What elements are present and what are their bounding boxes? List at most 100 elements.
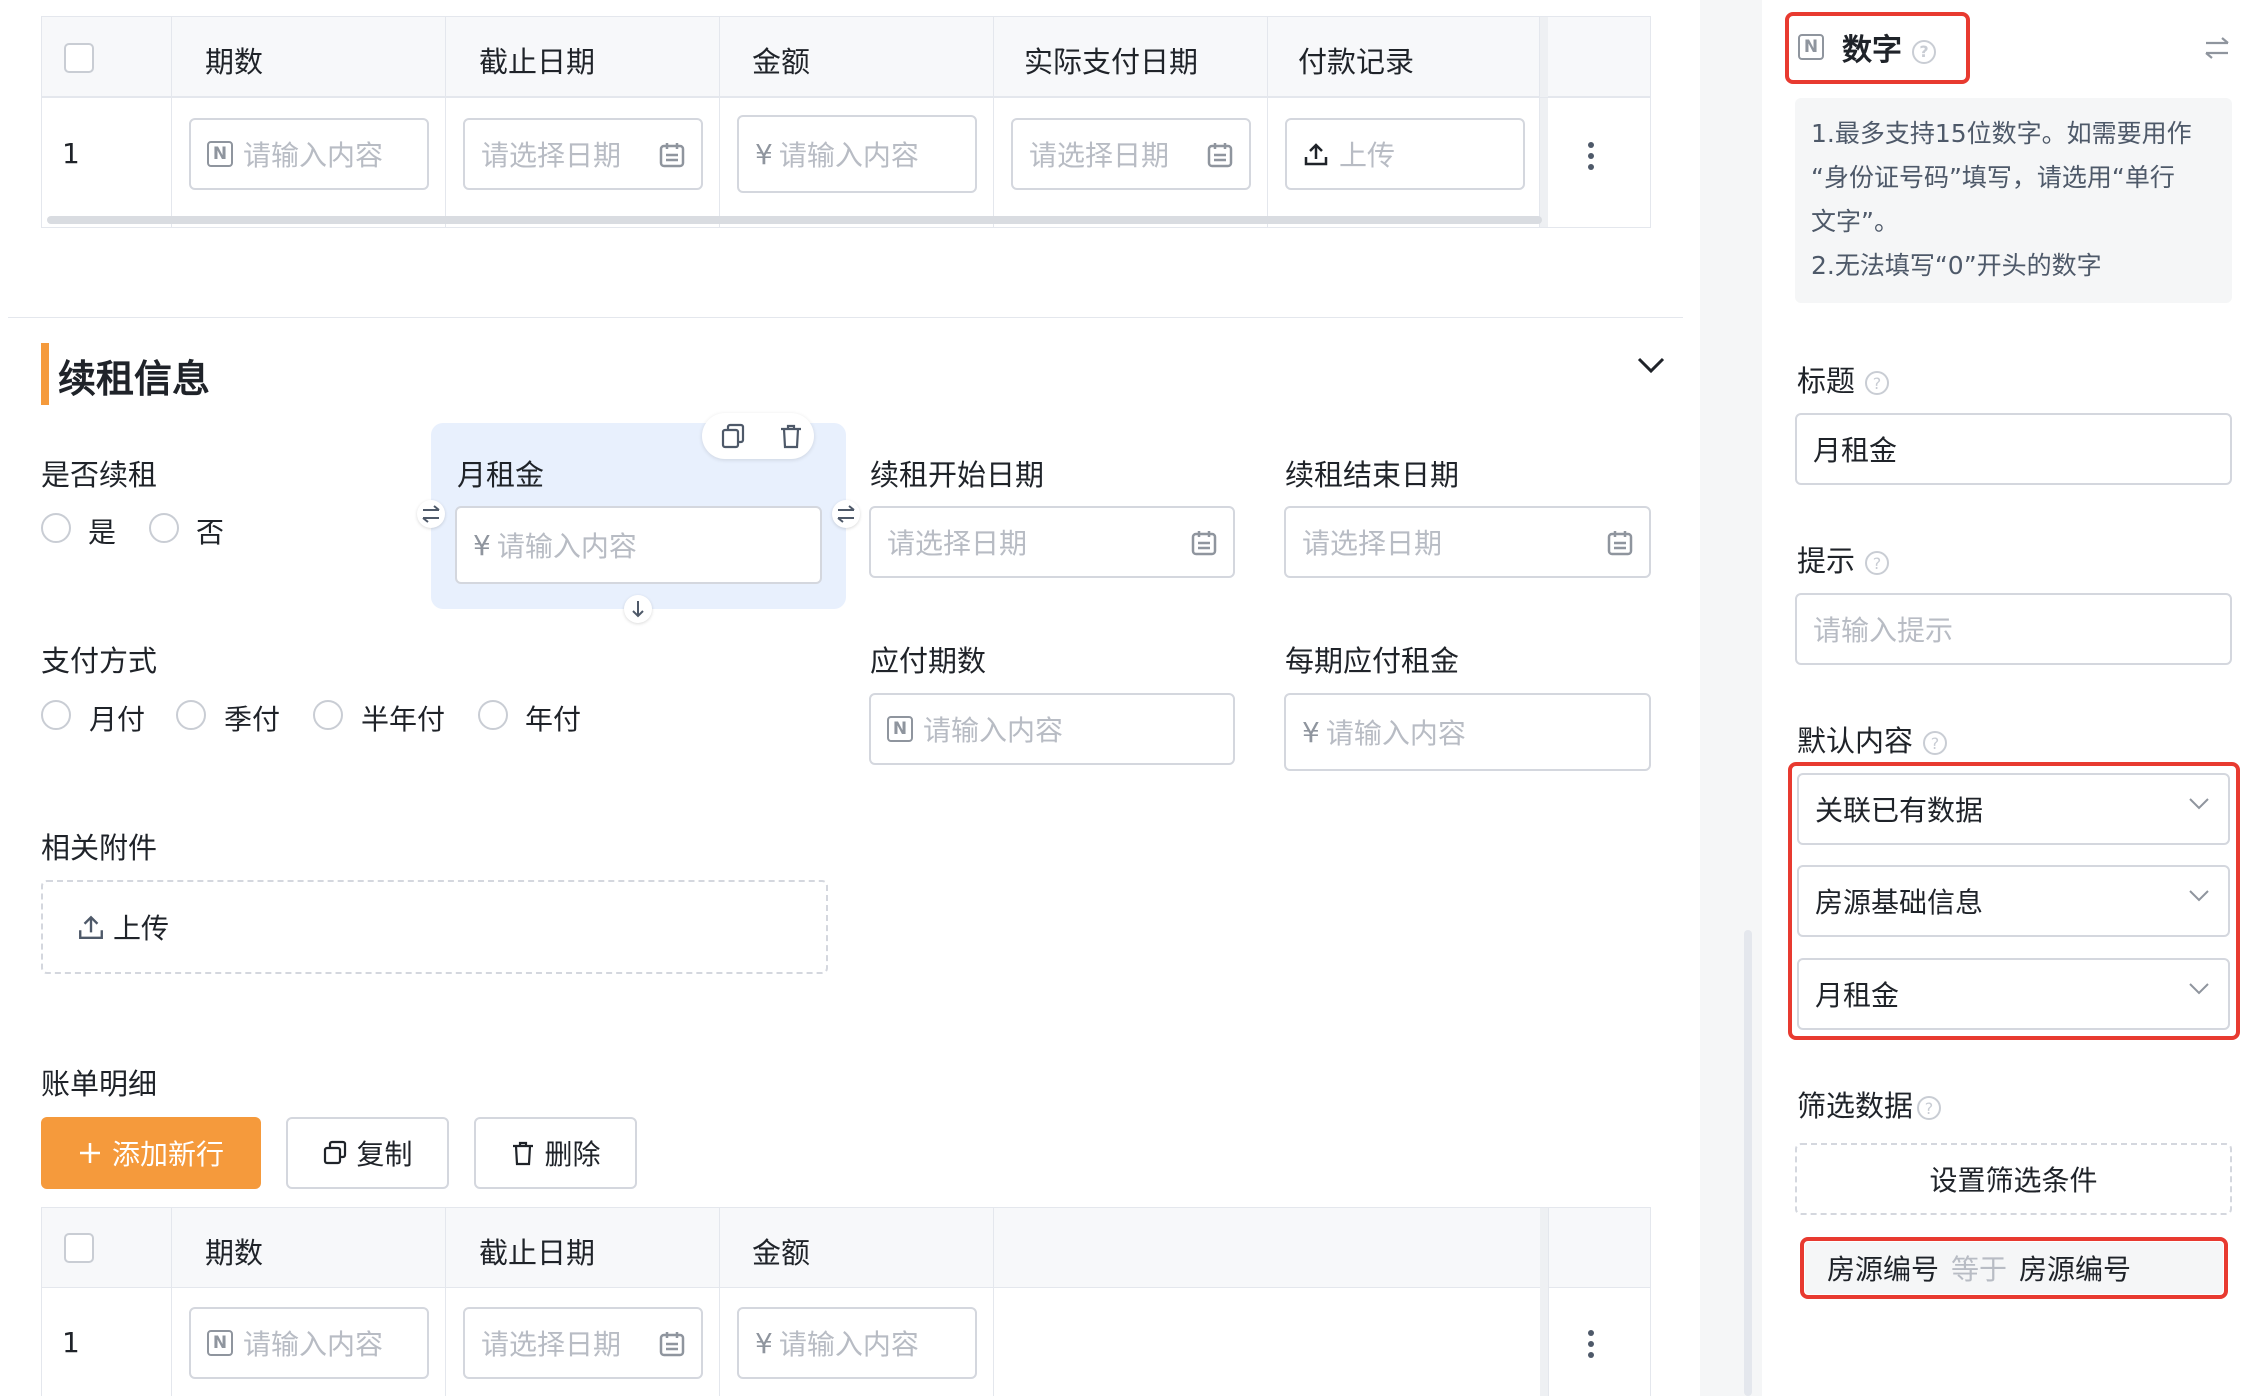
- payment-table: 期数 截止日期 金额 实际支付日期 付款记录 1 N 请输入内容 请选择日期 ¥…: [41, 16, 1651, 228]
- filter-condition[interactable]: 房源编号 等于 房源编号: [1805, 1242, 2223, 1294]
- bill-table: 期数 截止日期 金额 1 N 请输入内容 请选择日期 ¥ 请输入内容: [41, 1207, 1651, 1396]
- upload-icon: [79, 915, 103, 939]
- collapse-chevron-icon[interactable]: [1636, 356, 1666, 376]
- copy-icon: [324, 1140, 347, 1165]
- pay-method-label: 支付方式: [41, 644, 158, 678]
- periods-label: 应付期数: [870, 644, 987, 678]
- default-label: 默认内容?: [1797, 718, 1948, 760]
- set-filter-button[interactable]: 设置筛选条件: [1795, 1143, 2232, 1215]
- delete-row-button[interactable]: 删除: [474, 1117, 637, 1189]
- number-field-icon: N: [1798, 34, 1824, 60]
- bill-period-input[interactable]: N 请输入内容: [189, 1307, 429, 1379]
- swap-right-icon: [837, 505, 855, 523]
- rent-per-period-label: 每期应付租金: [1285, 644, 1460, 678]
- monthly-rent-input[interactable]: ¥ 请输入内容: [455, 506, 822, 584]
- title-label: 标题?: [1797, 358, 1890, 400]
- amount-input[interactable]: ¥ 请输入内容: [737, 115, 977, 193]
- vertical-scrollbar[interactable]: [1744, 930, 1752, 1396]
- renew-no-text: 否: [196, 516, 225, 549]
- calendar-icon: [1607, 531, 1633, 556]
- header-due-date: 截止日期: [479, 1236, 596, 1270]
- hint-input[interactable]: 请输入提示: [1795, 593, 2232, 665]
- field-type-title: 数字?: [1842, 25, 1936, 69]
- end-date-label: 续租结束日期: [1285, 458, 1460, 492]
- rent-per-period-input[interactable]: ¥ 请输入内容: [1284, 693, 1651, 771]
- attachments-label: 相关附件: [41, 831, 158, 865]
- section-divider: [8, 317, 1683, 318]
- copy-field-icon[interactable]: [720, 423, 746, 449]
- chevron-down-icon: [2189, 798, 2209, 810]
- start-date-label: 续租开始日期: [870, 458, 1045, 492]
- calendar-icon: [1207, 143, 1233, 168]
- header-period: 期数: [205, 45, 264, 79]
- header-due-date: 截止日期: [479, 45, 596, 79]
- start-date-picker[interactable]: 请选择日期: [869, 506, 1235, 578]
- header-amount: 金额: [752, 1236, 811, 1270]
- select-all-checkbox[interactable]: [64, 1233, 94, 1263]
- header-payment-record: 付款记录: [1298, 45, 1415, 79]
- renew-yes-radio[interactable]: [41, 513, 71, 543]
- arrow-down-icon: [632, 601, 644, 618]
- upload-icon: [1304, 143, 1328, 166]
- periods-input[interactable]: N 请输入内容: [869, 693, 1235, 765]
- section-accent-bar: [41, 343, 49, 405]
- swap-left-icon: [422, 505, 440, 523]
- row-more-icon[interactable]: [1588, 142, 1594, 175]
- select-all-checkbox[interactable]: [64, 43, 94, 73]
- plus-icon: [79, 1143, 100, 1163]
- pay-half-year-radio[interactable]: [313, 700, 343, 730]
- section-title: 续租信息: [58, 357, 211, 401]
- renew-label: 是否续租: [41, 458, 158, 492]
- pay-yearly-radio[interactable]: [478, 700, 508, 730]
- chevron-down-icon: [2189, 890, 2209, 902]
- calendar-icon: [1191, 531, 1217, 556]
- bill-label: 账单明细: [41, 1067, 158, 1101]
- field-tips-box: 1.最多支持15位数字。如需要用作 “身份证号码”填写，请选用“单行 文字”。 …: [1795, 98, 2232, 303]
- help-icon[interactable]: ?: [1923, 731, 1948, 755]
- pay-yearly-text: 年付: [525, 703, 582, 736]
- monthly-rent-label: 月租金: [457, 458, 545, 492]
- help-icon[interactable]: ?: [1917, 1096, 1942, 1120]
- calendar-icon: [659, 143, 685, 168]
- copy-row-button[interactable]: 复制: [286, 1117, 449, 1189]
- attachments-upload-area[interactable]: 上传: [41, 880, 828, 974]
- title-input[interactable]: 月租金: [1795, 413, 2232, 485]
- period-input[interactable]: N 请输入内容: [189, 118, 429, 190]
- filter-label: 筛选数据?: [1797, 1083, 1942, 1125]
- hint-label: 提示?: [1797, 538, 1890, 580]
- actual-pay-date-picker[interactable]: 请选择日期: [1011, 118, 1251, 190]
- bill-due-date-picker[interactable]: 请选择日期: [463, 1307, 703, 1379]
- renew-no-radio[interactable]: [149, 513, 179, 543]
- header-amount: 金额: [752, 45, 811, 79]
- help-icon[interactable]: ?: [1912, 39, 1936, 64]
- pay-monthly-text: 月付: [89, 703, 146, 736]
- default-source-select[interactable]: 关联已有数据: [1797, 773, 2230, 845]
- help-icon[interactable]: ?: [1865, 551, 1890, 575]
- due-date-picker[interactable]: 请选择日期: [463, 118, 703, 190]
- chevron-down-icon: [2189, 983, 2209, 995]
- delete-field-icon[interactable]: [778, 423, 804, 449]
- calendar-icon: [659, 1332, 685, 1357]
- row-index: 1: [62, 1326, 80, 1359]
- switch-type-icon[interactable]: [2204, 36, 2230, 60]
- help-icon[interactable]: ?: [1865, 371, 1890, 395]
- pay-monthly-radio[interactable]: [41, 700, 71, 730]
- horizontal-scrollbar[interactable]: [47, 216, 1542, 224]
- pay-half-year-text: 半年付: [361, 703, 446, 736]
- number-field-icon: N: [207, 141, 233, 167]
- row-more-icon[interactable]: [1588, 1330, 1594, 1363]
- pay-quarterly-text: 季付: [224, 703, 281, 736]
- pay-quarterly-radio[interactable]: [176, 700, 206, 730]
- end-date-picker[interactable]: 请选择日期: [1284, 506, 1651, 578]
- add-row-button[interactable]: 添加新行: [41, 1117, 261, 1189]
- header-actual-pay-date: 实际支付日期: [1024, 45, 1199, 79]
- number-field-icon: N: [887, 716, 913, 742]
- payment-record-upload[interactable]: 上传: [1285, 118, 1525, 190]
- header-period: 期数: [205, 1236, 264, 1270]
- canvas-gutter: [1700, 0, 1762, 1396]
- default-field-select[interactable]: 月租金: [1797, 958, 2230, 1030]
- row-index: 1: [62, 137, 80, 170]
- default-form-select[interactable]: 房源基础信息: [1797, 865, 2230, 937]
- bill-amount-input[interactable]: ¥ 请输入内容: [737, 1307, 977, 1379]
- renew-yes-text: 是: [88, 516, 117, 549]
